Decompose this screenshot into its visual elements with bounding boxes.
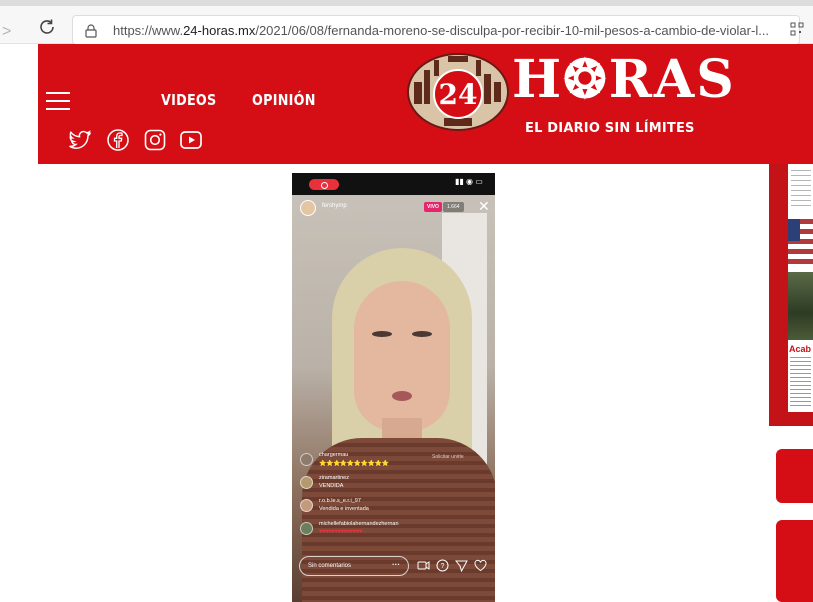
- recording-indicator-icon: [309, 179, 339, 190]
- hamburger-menu-icon[interactable]: [46, 92, 70, 110]
- list-item: ziramartinez VENDIDA: [300, 474, 480, 497]
- twitter-icon[interactable]: [68, 128, 92, 152]
- nav-link-opinion[interactable]: OPINIÓN: [252, 91, 316, 109]
- newspaper-photo: [788, 272, 813, 340]
- list-item: r.o.b.le.s_e.r.i_97 Vendida e inventada: [300, 497, 480, 520]
- comment-text: VENDIDA: [319, 483, 344, 489]
- newspaper-headline: Acab: [789, 344, 812, 354]
- newspaper-text-lines: [791, 170, 811, 210]
- video-person-face: [354, 281, 450, 431]
- newspaper-cover[interactable]: Acab: [769, 164, 813, 426]
- facebook-icon[interactable]: [106, 128, 130, 152]
- svg-text:?: ?: [441, 563, 445, 570]
- comment-text: ⭐⭐⭐⭐⭐⭐⭐⭐⭐⭐: [319, 461, 389, 467]
- camera-icon: [417, 561, 430, 570]
- newspaper-body-lines: [790, 357, 811, 407]
- site-tagline: EL DIARIO SIN LÍMITES: [525, 121, 695, 136]
- logo-number: 24: [439, 78, 478, 111]
- live-footer: Sin comentarios ··· ?: [299, 556, 491, 576]
- newspaper-flag-image: [788, 219, 813, 264]
- reload-icon[interactable]: [36, 16, 58, 38]
- qr-code-icon[interactable]: [790, 22, 804, 36]
- viewer-count: 1.664: [443, 202, 464, 212]
- lock-icon[interactable]: [85, 24, 97, 38]
- comment-user: ziramartinez: [319, 475, 349, 481]
- heart-icon: [474, 559, 487, 572]
- comment-user: chargermau: [319, 452, 349, 458]
- url-text[interactable]: https://www.24-horas.mx/2021/06/08/ferna…: [113, 23, 773, 38]
- live-comments: chargermau ⭐⭐⭐⭐⭐⭐⭐⭐⭐⭐ ziramartinez VENDI…: [300, 451, 480, 543]
- embedded-video[interactable]: ▮▮ ◉ ▭ fershymp VIVO 1.664 ✕ Solicitar u…: [292, 173, 495, 602]
- logo-wordmark[interactable]: H❂RAS: [512, 54, 736, 106]
- youtube-icon[interactable]: [179, 128, 203, 152]
- sidebar-red-button[interactable]: [776, 449, 813, 503]
- browser-toolbar: > https://www.24-horas.mx/2021/06/08/fer…: [0, 0, 813, 45]
- address-bar[interactable]: https://www.24-horas.mx/2021/06/08/ferna…: [72, 15, 800, 45]
- newspaper-page: Acab: [788, 164, 813, 412]
- send-icon: [455, 560, 468, 572]
- phone-status-bar: ▮▮ ◉ ▭: [292, 173, 495, 195]
- comment-text: Vendida e inventada: [319, 506, 369, 512]
- live-badge: VIVO: [424, 202, 442, 212]
- tab-strip-edge: [0, 0, 813, 6]
- live-header: fershymp VIVO 1.664 ✕: [300, 198, 490, 216]
- forward-arrow-icon[interactable]: >: [2, 24, 11, 40]
- list-item: chargermau ⭐⭐⭐⭐⭐⭐⭐⭐⭐⭐: [300, 451, 480, 474]
- list-item: michellefabiolahernandezhernan ♥♥♥♥♥♥♥♥♥…: [300, 520, 480, 543]
- question-icon: ?: [436, 559, 449, 572]
- comment-user: r.o.b.le.s_e.r.i_97: [319, 498, 361, 504]
- instagram-icon[interactable]: [143, 128, 167, 152]
- close-icon: ✕: [478, 198, 490, 214]
- sidebar-red-button[interactable]: [776, 520, 813, 602]
- live-username: fershymp: [322, 203, 347, 209]
- more-icon: ···: [392, 560, 400, 569]
- site-header: VIDEOS OPINIÓN 24 H❂RAS EL DIARIO SIN LÍ…: [38, 44, 813, 164]
- comment-text: ♥♥♥♥♥♥♥♥♥♥♥♥♥♥: [319, 529, 362, 535]
- comment-user: michellefabiolahernandezhernan: [319, 521, 399, 527]
- signal-battery-icon: ▮▮ ◉ ▭: [455, 177, 483, 186]
- comment-input: Sin comentarios ···: [299, 556, 409, 576]
- nav-link-videos[interactable]: VIDEOS: [161, 91, 216, 109]
- logo-emblem[interactable]: 24: [404, 52, 512, 132]
- avatar: [300, 200, 316, 216]
